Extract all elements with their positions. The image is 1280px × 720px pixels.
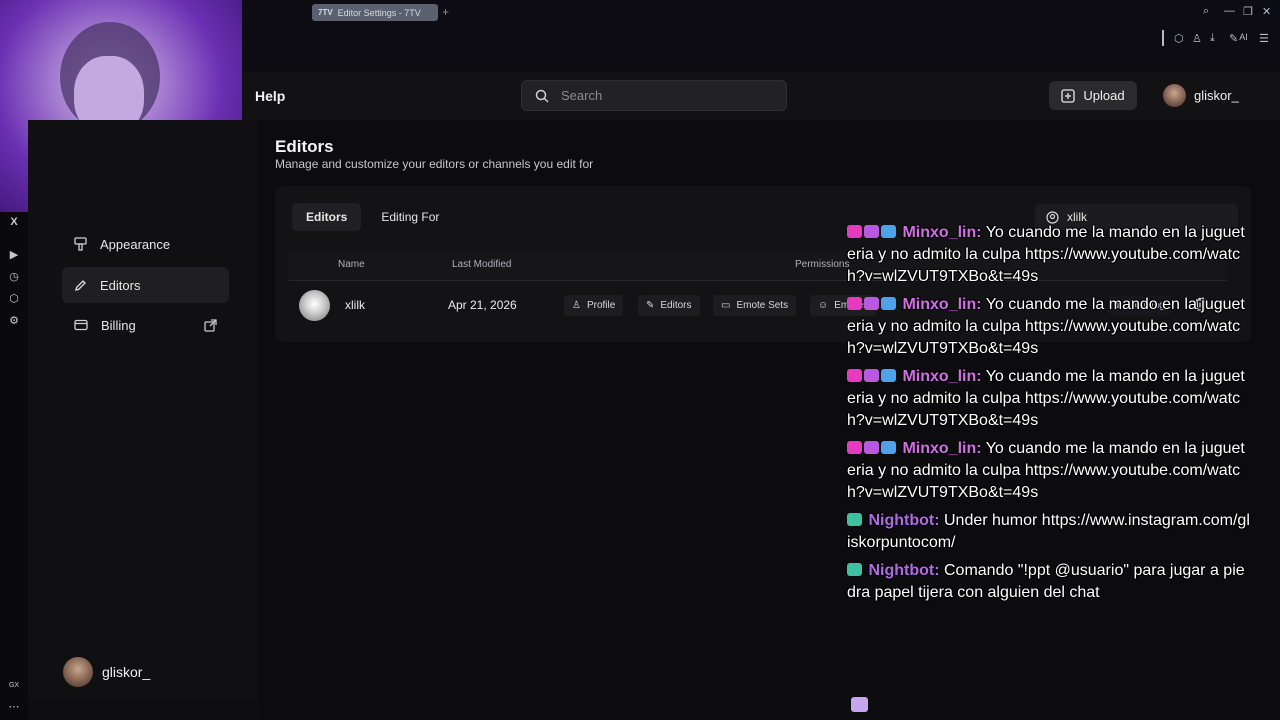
chat-message: Minxo_lin: Yo cuando me la mando en la j… bbox=[847, 222, 1253, 288]
sidebar-item-label: Appearance bbox=[100, 236, 171, 252]
subscriber-badge-icon bbox=[864, 441, 879, 454]
permission-profile[interactable]: ♙ Profile bbox=[564, 295, 624, 316]
chat-message: Minxo_lin: Yo cuando me la mando en la j… bbox=[847, 294, 1253, 360]
editor-tabs: Editors Editing For bbox=[292, 203, 453, 231]
smiley-icon: ☺ bbox=[818, 300, 829, 311]
chat-username: Nightbot: bbox=[868, 562, 940, 579]
chat-username: Minxo_lin: bbox=[902, 368, 982, 385]
help-link[interactable]: Help bbox=[255, 88, 285, 104]
card-icon bbox=[74, 319, 88, 331]
chat-username: Minxo_lin: bbox=[902, 440, 982, 457]
minimize-icon[interactable]: — bbox=[1224, 5, 1235, 17]
heart-badge-icon bbox=[851, 697, 868, 712]
x-twitter-icon[interactable]: X bbox=[7, 216, 21, 228]
column-header-last-modified[interactable]: Last Modified bbox=[452, 259, 511, 270]
settings-icon[interactable]: ⚙ bbox=[7, 314, 21, 327]
pencil-icon: ✎ bbox=[646, 300, 655, 311]
settings-sidebar bbox=[28, 120, 258, 700]
folder-icon: ▭ bbox=[721, 300, 731, 311]
ai-icon: ✎ bbox=[1229, 33, 1239, 45]
avatar bbox=[1163, 84, 1186, 107]
history-icon[interactable]: ◷ bbox=[7, 270, 21, 283]
sidebar-item-billing[interactable]: Billing bbox=[62, 307, 229, 343]
permission-label: Editors bbox=[660, 300, 692, 311]
gem-badge-icon bbox=[847, 441, 862, 454]
search-bar[interactable] bbox=[521, 80, 787, 111]
page-subtitle: Manage and customize your editors or cha… bbox=[275, 157, 594, 171]
gx-label: GX bbox=[8, 682, 20, 689]
permission-editors[interactable]: ✎ Editors bbox=[638, 295, 700, 316]
chat-message: Nightbot: Under humor https://www.instag… bbox=[847, 510, 1253, 554]
subscriber-badge-icon bbox=[864, 297, 879, 310]
crown-badge-icon bbox=[881, 369, 896, 382]
tab-editing-for[interactable]: Editing For bbox=[367, 203, 453, 231]
aria-ai-button[interactable]: ✎ AI bbox=[1229, 32, 1248, 45]
user-icon: ♙ bbox=[572, 300, 581, 311]
plus-square-icon bbox=[1061, 88, 1076, 103]
editor-avatar bbox=[299, 290, 330, 321]
player-icon[interactable]: ▶ bbox=[7, 248, 21, 261]
permission-emote-sets[interactable]: ▭ Emote Sets bbox=[713, 295, 797, 316]
sidebar-item-appearance[interactable]: Appearance bbox=[62, 226, 229, 262]
subscriber-badge-icon bbox=[864, 225, 879, 238]
gem-badge-icon bbox=[847, 297, 862, 310]
gem-badge-icon bbox=[847, 225, 862, 238]
profile-icon[interactable]: ♙ bbox=[1192, 32, 1202, 45]
permission-label: Emote Sets bbox=[736, 300, 789, 311]
crown-badge-icon bbox=[881, 225, 896, 238]
extensions-icon[interactable]: ⬡ bbox=[7, 292, 21, 305]
bot-badge-icon bbox=[847, 513, 862, 526]
browser-toolbar bbox=[242, 24, 1280, 72]
tab-favicon: 7TV bbox=[318, 8, 333, 17]
permission-label: Profile bbox=[586, 300, 616, 311]
page-title: Editors bbox=[275, 137, 334, 156]
toolbar-divider bbox=[1162, 30, 1164, 46]
tab-editors[interactable]: Editors bbox=[292, 203, 362, 231]
user-menu[interactable]: gliskor_ bbox=[1163, 84, 1239, 107]
search-input[interactable] bbox=[559, 87, 763, 104]
ai-label: AI bbox=[1239, 32, 1248, 42]
sidebar-user[interactable]: gliskor_ bbox=[63, 657, 150, 687]
search-icon bbox=[535, 89, 549, 103]
stream-chat-overlay: Minxo_lin: Yo cuando me la mando en la j… bbox=[847, 222, 1253, 610]
sidebar-item-label: Editors bbox=[100, 277, 141, 293]
tab-title: Editor Settings - 7TV bbox=[337, 7, 421, 18]
chat-username: Nightbot: bbox=[868, 512, 940, 529]
more-icon[interactable]: ⋯ bbox=[7, 700, 21, 713]
pencil-icon bbox=[75, 279, 86, 291]
avatar bbox=[63, 657, 93, 687]
bot-badge-icon bbox=[847, 563, 862, 576]
menu-icon[interactable]: ☰ bbox=[1259, 32, 1269, 45]
restore-icon[interactable]: ❐ bbox=[1243, 5, 1253, 18]
browser-sidebar bbox=[0, 212, 28, 720]
chat-message: Minxo_lin: Yo cuando me la mando en la j… bbox=[847, 366, 1253, 432]
chat-message: Nightbot: Comando "!ppt @usuario" para j… bbox=[847, 560, 1253, 604]
upload-label: Upload bbox=[1083, 88, 1125, 103]
sidebar-item-label: Billing bbox=[101, 317, 136, 333]
close-icon[interactable]: ✕ bbox=[1262, 5, 1271, 18]
header-username: gliskor_ bbox=[1194, 88, 1239, 103]
chat-username: Minxo_lin: bbox=[902, 296, 982, 313]
editor-last-modified: Apr 21, 2026 bbox=[448, 298, 517, 312]
search-tabs-icon[interactable]: ⌕ bbox=[1203, 5, 1209, 18]
column-header-name[interactable]: Name bbox=[338, 259, 365, 270]
chat-message: Minxo_lin: Yo cuando me la mando en la j… bbox=[847, 438, 1253, 504]
crown-badge-icon bbox=[881, 297, 896, 310]
column-header-permissions: Permissions bbox=[795, 259, 850, 270]
subscriber-badge-icon bbox=[864, 369, 879, 382]
brush-icon bbox=[74, 237, 87, 251]
chat-username: Minxo_lin: bbox=[902, 224, 982, 241]
editor-name[interactable]: xlilk bbox=[345, 298, 365, 312]
browser-tab[interactable]: 7TV Editor Settings - 7TV bbox=[312, 4, 438, 21]
new-tab-button[interactable]: + bbox=[442, 5, 449, 19]
sidebar-item-editors[interactable]: Editors bbox=[62, 267, 229, 303]
crown-badge-icon bbox=[881, 441, 896, 454]
upload-button[interactable]: Upload bbox=[1049, 81, 1137, 110]
download-icon[interactable]: ⤓ bbox=[1210, 32, 1215, 45]
snapshot-icon[interactable]: ⬡ bbox=[1174, 32, 1184, 45]
gem-badge-icon bbox=[847, 369, 862, 382]
external-link-icon bbox=[204, 318, 217, 332]
sidebar-username: gliskor_ bbox=[102, 664, 151, 680]
